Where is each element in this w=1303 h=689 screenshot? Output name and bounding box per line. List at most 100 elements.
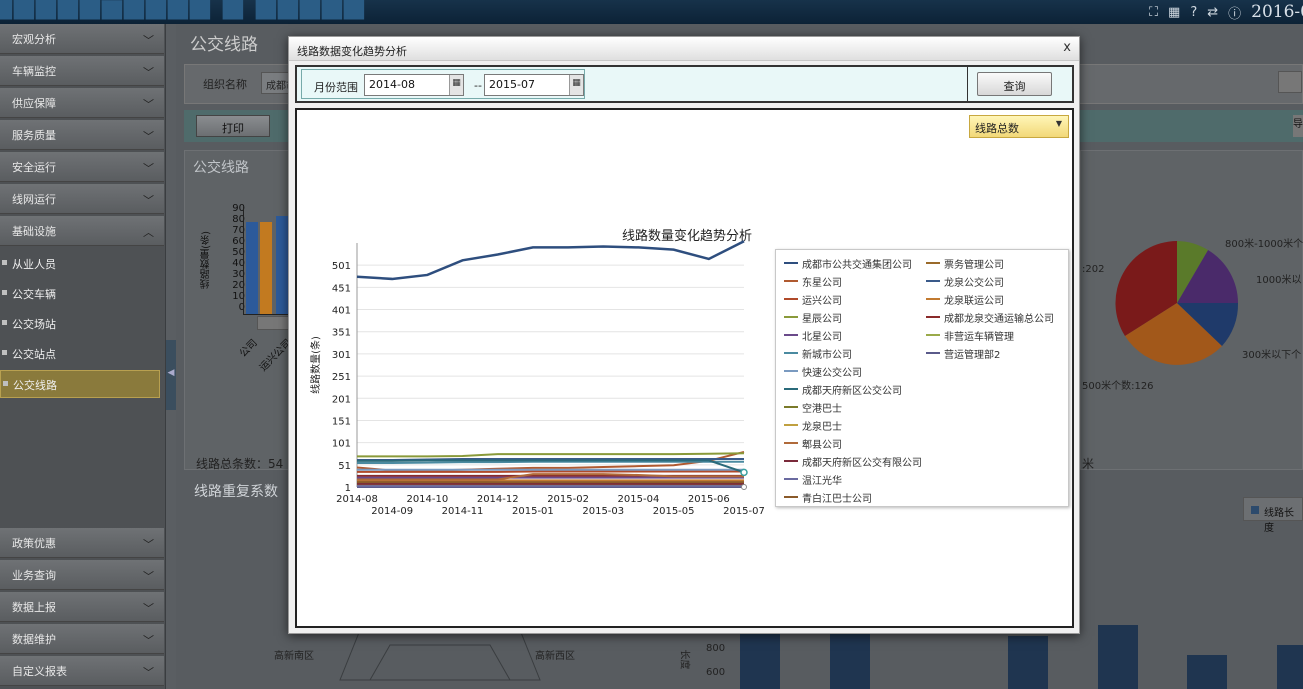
chevron-down-icon: ﹀ (143, 98, 154, 111)
top-tools: ⛶ ▦ ? ⇄ ⓘ 2016-0 (1149, 0, 1303, 24)
x-tick-label: 2015-05 (653, 506, 695, 517)
line-panel-title: 公交线路 (193, 160, 249, 176)
legend-swatch (784, 478, 798, 480)
legend-swatch (1251, 506, 1259, 514)
sidebar-menu-item[interactable]: 政策优惠 ﹀ (0, 528, 164, 558)
sidebar-sub-label: 公交站点 (12, 348, 56, 361)
crop-icon[interactable]: ⛶ (1149, 5, 1158, 20)
sidebar-sub-label: 公交场站 (12, 318, 56, 331)
sidebar-sub-item[interactable]: 公交线路 (0, 370, 160, 398)
sidebar-menu-item[interactable]: 安全运行 ﹀ (0, 152, 164, 182)
mini-bar (246, 222, 258, 314)
calendar-icon[interactable]: ▦ (449, 75, 463, 95)
org-right-button[interactable] (1278, 71, 1302, 93)
date-from-input[interactable]: 2014-08 ▦ (364, 74, 464, 96)
dialog-titlebar[interactable]: 线路数据变化趋势分析 x (289, 37, 1079, 61)
x-tick-label: 2015-04 (618, 494, 660, 505)
sidebar-menu-label: 自定义报表 (12, 665, 67, 678)
sidebar-menu-item[interactable]: 数据维护 ﹀ (0, 624, 164, 654)
info-icon[interactable]: ⓘ (1228, 3, 1241, 22)
y-tick-label: 201 (332, 394, 351, 405)
sidebar-menu-item[interactable]: 基础设施 ︿ (0, 216, 164, 246)
y-tick-label: 1 (345, 483, 351, 494)
chart-legend: 成都市公共交通集团公司 票务管理公司 东星公司 龙泉公交公司 运兴公司 龙泉联运公司 星辰公… (775, 249, 1069, 507)
export-button[interactable]: 导 (1293, 115, 1303, 137)
sidebar-menu-item[interactable]: 业务查询 ﹀ (0, 560, 164, 590)
pie-label: :202 (1082, 264, 1105, 275)
x-tick-label: 2015-06 (688, 494, 730, 505)
metric-select[interactable]: 线路总数 ▼ (969, 115, 1069, 138)
radar-grid (339, 629, 541, 681)
x-tick-label: 2014-09 (371, 506, 413, 517)
chevron-down-icon: ▼ (1055, 119, 1062, 128)
chart-area: 线路总数 ▼ 线路数量变化趋势分析 1 51 101 151 201 251 301 351 40… (295, 108, 1074, 628)
line-panel: 公交线路 线路数量(条) 90 80 70 60 50 40 30 20 10 0 公司 运兴公司 (184, 150, 295, 470)
sidebar-menu-item[interactable]: 服务质量 ﹀ (0, 120, 164, 150)
sidebar: 宏观分析 ﹀ 车辆监控 ﹀ 供应保障 ﹀ 服务质量 ﹀ 安全运行 ﹀ 线网运行 ﹀ 基础设施 ︿ 从业人员公… (0, 24, 166, 689)
sidebar-menu-label: 供应保障 (12, 97, 56, 110)
legend-label: 成都市公共交通集团公司 (802, 260, 912, 271)
repeat-coefficient-title: 线路重复系数 (194, 484, 278, 500)
sidebar-menu-label: 数据维护 (12, 633, 56, 646)
sidebar-collapse-handle[interactable]: ◀ (166, 340, 176, 410)
legend-swatch (784, 280, 798, 282)
sidebar-sub-label: 公交车辆 (12, 288, 56, 301)
series-line (356, 240, 745, 281)
sidebar-menu-item[interactable]: 数据上报 ﹀ (0, 592, 164, 622)
date-to-input[interactable]: 2015-07 ▦ (484, 74, 584, 96)
sidebar-menu-label: 服务质量 (12, 129, 56, 142)
legend-label: 新城市公司 (802, 350, 852, 361)
sidebar-sub-item[interactable]: 公交车辆 (0, 280, 160, 308)
chevron-down-icon: ﹀ (143, 570, 154, 583)
calendar-icon[interactable]: ▦ (569, 75, 583, 95)
pie-label: 800米-1000米个 (1225, 239, 1303, 250)
legend-label: 营运管理部2 (944, 350, 1001, 361)
legend-label: 快速公交公司 (802, 368, 862, 379)
org-label: 组织名称 (203, 78, 247, 91)
legend-swatch (784, 460, 798, 462)
sidebar-menu-item[interactable]: 供应保障 ﹀ (0, 88, 164, 118)
y-tick-label: 501 (332, 261, 351, 272)
bg-bar (740, 634, 780, 689)
mini-chart-plot (243, 207, 293, 315)
sidebar-sub-item[interactable]: 公交站点 (0, 340, 160, 368)
legend-label: 郫县公司 (802, 440, 842, 451)
legend-label: 青白江巴士公司 (802, 494, 872, 505)
bar-ytick: 800 (706, 643, 726, 654)
y-tick-label: 451 (332, 283, 351, 294)
sidebar-sub-item[interactable]: 公交场站 (0, 310, 160, 338)
bg-bar (1008, 636, 1048, 689)
y-tick-label: 351 (332, 328, 351, 339)
series-point (741, 484, 747, 490)
metric-select-value: 线路总数 (975, 122, 1019, 135)
top-bar: ▇▆▇▆▇▅▇▆▇▆ ▆ ▆▆▆▆▆ ⛶ ▦ ? ⇄ ⓘ 2016-0 (0, 0, 1303, 24)
legend-swatch (784, 424, 798, 426)
series-point (740, 468, 748, 477)
legend-label: 成都天府新区公交公司 (802, 386, 902, 397)
legend-label: 成都龙泉交通运输总公司 (944, 314, 1054, 325)
chevron-down-icon: ﹀ (143, 666, 154, 679)
grid-icon[interactable]: ▦ (1168, 5, 1180, 20)
x-tick-label: 2015-01 (512, 506, 554, 517)
filter-bar: 月份范围 2014-08 ▦ -- 2015-07 ▦ 查询 (295, 65, 1074, 103)
pie-label: 500米个数:126 (1082, 381, 1154, 392)
print-button[interactable]: 打印 (196, 115, 270, 137)
help-icon[interactable]: ? (1190, 5, 1197, 20)
resize-icon[interactable]: ⇄ (1207, 5, 1218, 20)
length-pie-chart (1115, 241, 1239, 365)
legend-label: 龙泉公交公司 (944, 278, 1004, 289)
sidebar-sub-item[interactable]: 从业人员 (0, 250, 160, 278)
sidebar-menu-item[interactable]: 线网运行 ﹀ (0, 184, 164, 214)
sidebar-menu-item[interactable]: 宏观分析 ﹀ (0, 24, 164, 54)
mini-bar (260, 222, 272, 314)
close-icon[interactable]: x (1063, 40, 1071, 55)
bg-bar (1277, 645, 1303, 689)
legend-swatch (784, 406, 798, 408)
query-button[interactable]: 查询 (977, 72, 1052, 96)
sidebar-menu-item[interactable]: 车辆监控 ﹀ (0, 56, 164, 86)
legend-label: 运兴公司 (802, 296, 842, 307)
chevron-up-icon: ︿ (143, 226, 154, 239)
sidebar-menu-item[interactable]: 自定义报表 ﹀ (0, 656, 164, 686)
sidebar-menu-label: 车辆监控 (12, 65, 56, 78)
y-axis-label: 线路数量(条) (309, 336, 322, 394)
